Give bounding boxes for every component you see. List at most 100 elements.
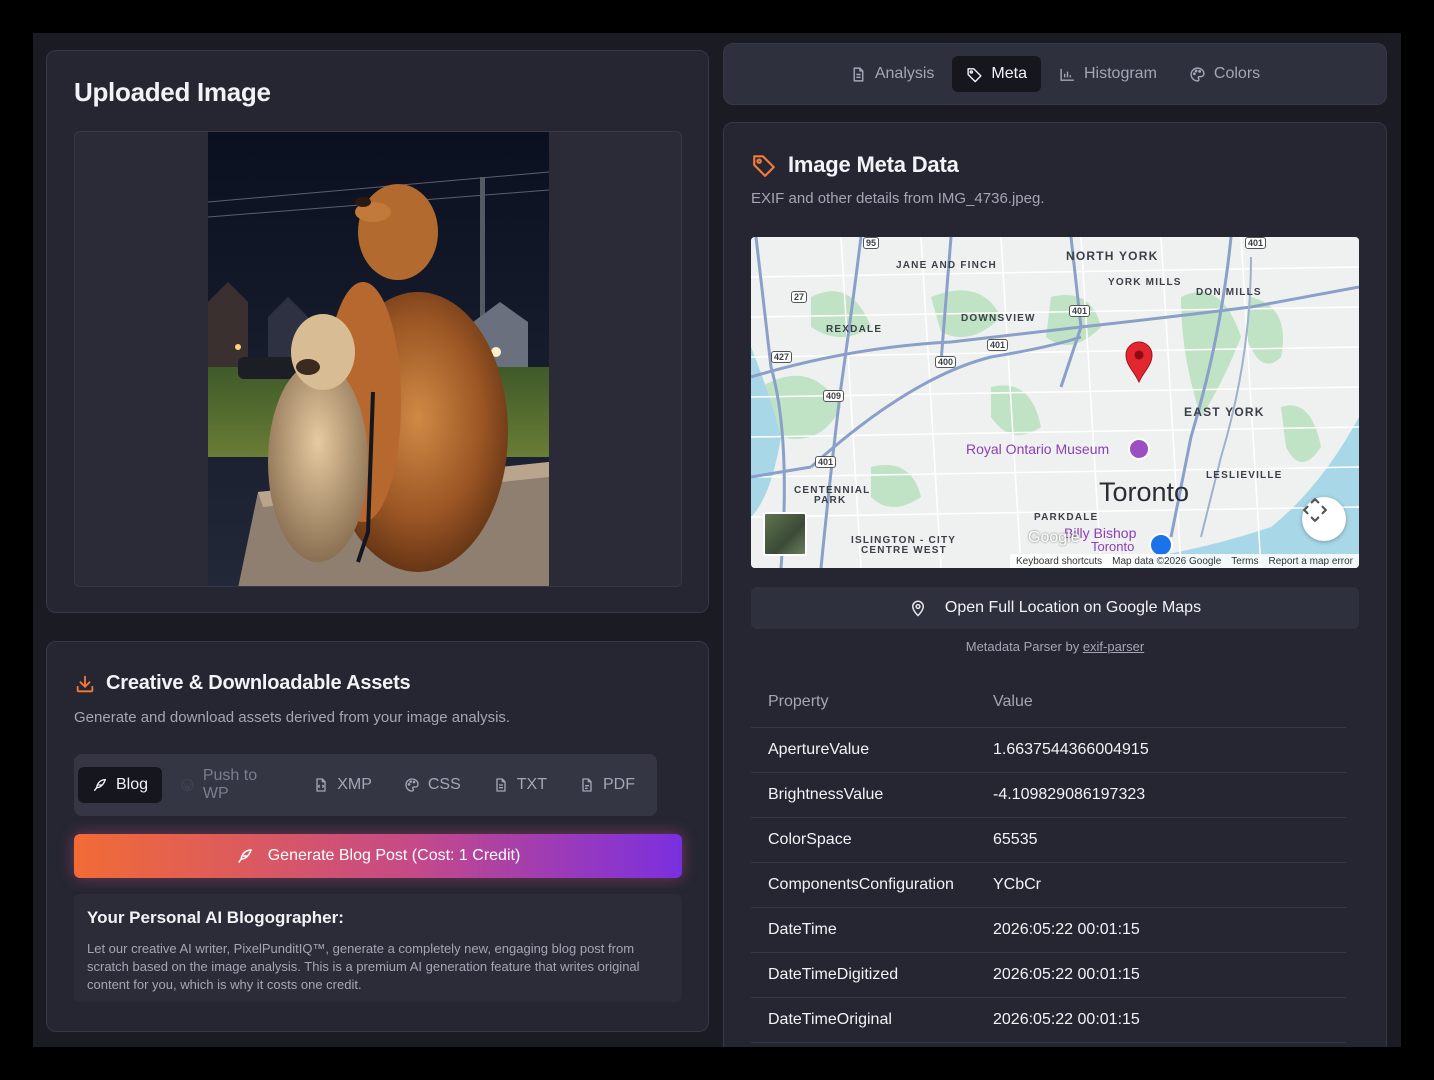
map-label-jane-finch: JANE AND FINCH (896, 260, 997, 271)
blogographer-title: Your Personal AI Blogographer: (87, 908, 344, 927)
map-label-leslieville: LESLIEVILLE (1206, 470, 1283, 481)
table-row: BrightnessValue -4.109829086197323 (751, 772, 1346, 818)
tab-analysis[interactable]: Analysis (836, 56, 949, 92)
file-text-icon (496, 778, 506, 792)
file-icon (582, 778, 592, 792)
map-label-rexdale: REXDALE (826, 324, 883, 335)
assets-card: Creative & Downloadable Assets Generate … (46, 641, 709, 1032)
column-header-value: Value (976, 677, 1346, 728)
row-value: 2026:05:22 00:01:15 (976, 907, 1346, 953)
tab-analysis-label: Analysis (874, 65, 935, 82)
shield-401-w: 401 (815, 456, 837, 468)
wordpress-icon (181, 778, 194, 792)
uploaded-image-title: Uploaded Image (74, 77, 271, 107)
open-google-maps-label: Open Full Location on Google Maps (944, 599, 1202, 616)
location-pin-icon[interactable] (1124, 341, 1154, 383)
meta-title: Image Meta Data (788, 152, 959, 177)
tab-meta[interactable]: Meta (952, 56, 1041, 92)
map-label-don-mills: DON MILLS (1196, 287, 1262, 298)
assets-header: Creative & Downloadable Assets (74, 672, 411, 695)
map-label-park: PARK (814, 495, 847, 506)
map-label-york-mills: YORK MILLS (1108, 277, 1182, 288)
blogographer-info: Your Personal AI Blogographer: Let our c… (74, 894, 682, 1002)
row-value: 2026:05:22 00:01:15 (976, 952, 1346, 998)
map-label-billy-toronto: Toronto (1091, 539, 1135, 554)
map-data-credit: Map data ©2026 Google (1112, 555, 1222, 567)
tab-css-label: CSS (427, 776, 461, 793)
map-label-east-york: EAST YORK (1184, 405, 1265, 419)
tab-blog[interactable]: Blog (78, 767, 163, 803)
open-google-maps-button[interactable]: Open Full Location on Google Maps (751, 587, 1359, 629)
shield-27: 27 (791, 291, 808, 303)
map-footer: Keyboard shortcuts Map data ©2026 Google… (1009, 554, 1359, 568)
tab-push-to-wp-label: Push to WP (202, 767, 258, 802)
map-report-error-link[interactable]: Report a map error (1269, 556, 1353, 567)
tab-colors[interactable]: Colors (1175, 56, 1274, 92)
tab-txt-label: TXT (516, 776, 547, 793)
download-icon (76, 675, 94, 692)
feather-icon (237, 849, 252, 863)
bar-chart-icon (1060, 68, 1074, 81)
row-value: 1.6637544366004915 (976, 727, 1346, 773)
google-logo: Google (1028, 529, 1080, 546)
document-icon (853, 66, 864, 82)
tab-pdf-label: PDF (603, 776, 635, 793)
tab-histogram-label: Histogram (1084, 65, 1157, 82)
tab-meta-label: Meta (991, 65, 1027, 82)
table-row: DateTimeOriginal 2026:05:22 00:01:15 (751, 997, 1346, 1043)
shield-401-c: 401 (987, 339, 1009, 351)
row-value: YCbCr (976, 862, 1346, 908)
image-preview-box (74, 131, 682, 587)
row-property: DateTimeDigitized (751, 952, 976, 998)
map-label-downsview: DOWNSVIEW (961, 313, 1036, 324)
row-property: ComponentsConfiguration (751, 862, 976, 908)
tab-css[interactable]: CSS (390, 767, 475, 803)
map-label-parkdale: PARKDALE (1034, 512, 1099, 523)
map-pin-icon (911, 600, 924, 617)
location-map[interactable]: NORTH YORK JANE AND FINCH YORK MILLS DON… (751, 237, 1359, 568)
palette-icon (1190, 66, 1205, 82)
view-tabs-bar: Analysis Meta Histogram Colors (723, 43, 1387, 105)
file-code-icon (316, 778, 326, 792)
shield-401-ne: 401 (1245, 237, 1267, 249)
tab-txt[interactable]: TXT (479, 767, 561, 803)
blogographer-text: Let our creative AI writer, PixelPunditI… (87, 941, 640, 992)
satellite-toggle[interactable] (763, 512, 807, 556)
exif-parser-link[interactable]: exif-parser (1083, 639, 1144, 654)
tag-icon (967, 67, 983, 82)
shield-427: 427 (771, 351, 793, 363)
row-property: DateTime (751, 907, 976, 953)
app-frame: Uploaded Image Creative & Downloadable A… (33, 33, 1401, 1047)
generate-blog-post-label: Generate Blog Post (Cost: 1 Credit) (267, 847, 521, 864)
image-meta-card: Image Meta Data EXIF and other details f… (723, 122, 1387, 1047)
assets-subtitle: Generate and download assets derived fro… (74, 709, 511, 726)
tab-pdf[interactable]: PDF (565, 767, 649, 803)
map-fullscreen-button[interactable] (1302, 497, 1346, 541)
table-row: ApertureValue 1.6637544366004915 (751, 727, 1346, 773)
uploaded-photo (208, 132, 549, 586)
map-label-centre-west: CENTRE WEST (861, 545, 947, 556)
row-value: -4.109829086197323 (976, 772, 1346, 818)
table-row: DateTime 2026:05:22 00:01:15 (751, 907, 1346, 953)
row-property: BrightnessValue (751, 772, 976, 818)
meta-table: Property Value ApertureValue 1.663754436… (751, 677, 1346, 1043)
table-row: DateTimeDigitized 2026:05:22 00:01:15 (751, 952, 1346, 998)
tab-push-to-wp[interactable]: Push to WP (166, 767, 295, 803)
shield-95: 95 (863, 237, 880, 249)
generate-blog-post-button[interactable]: Generate Blog Post (Cost: 1 Credit) (74, 834, 682, 878)
map-terms-link[interactable]: Terms (1231, 556, 1258, 567)
tab-histogram[interactable]: Histogram (1045, 56, 1171, 92)
tab-xmp[interactable]: XMP (299, 767, 386, 803)
meta-header: Image Meta Data (751, 152, 959, 178)
feather-icon (94, 779, 106, 791)
map-label-toronto: Toronto (1099, 477, 1190, 507)
museum-icon[interactable] (1128, 438, 1150, 460)
tag-icon (753, 155, 775, 177)
tab-xmp-label: XMP (337, 776, 372, 793)
metadata-parser-credit: Metadata Parser by exif-parser (724, 639, 1386, 654)
parser-prefix: Metadata Parser by (965, 639, 1083, 654)
map-label-north-york: NORTH YORK (1066, 249, 1159, 263)
map-keyboard-shortcuts[interactable]: Keyboard shortcuts (1016, 556, 1102, 567)
assets-title: Creative & Downloadable Assets (106, 672, 411, 694)
tab-blog-label: Blog (116, 776, 149, 793)
